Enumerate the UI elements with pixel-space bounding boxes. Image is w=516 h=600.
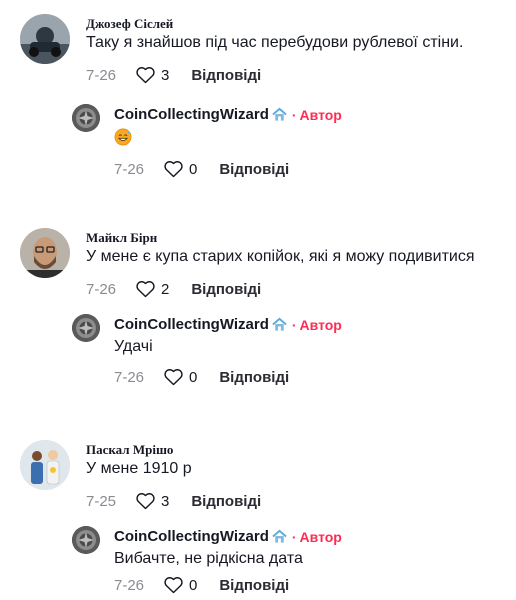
reply-comment: CoinCollectingWizard · Автор Удачі 7-26 … [0, 314, 516, 394]
heart-icon [136, 281, 155, 298]
comment-thread: Паскал Мрішо У мене 1910 р 7-25 3 Відпов… [0, 440, 516, 594]
reply-text: Удачі [114, 338, 153, 355]
heart-icon [136, 67, 155, 84]
like-count: 3 [161, 492, 170, 510]
comment-date: 7-26 [86, 280, 117, 298]
heart-icon [164, 577, 183, 594]
like-button[interactable]: 0 [164, 576, 197, 594]
author-tag: Автор [299, 316, 342, 333]
reply-button[interactable]: Відповіді [219, 161, 289, 178]
avatar[interactable] [20, 228, 70, 278]
like-count: 2 [161, 280, 170, 298]
reply-button[interactable]: Відповіді [191, 493, 261, 510]
comment: Паскал Мрішо У мене 1910 р 7-25 3 Відпов… [0, 440, 516, 520]
like-count: 0 [189, 160, 198, 178]
comment-author[interactable]: Джозеф Сіслей [86, 16, 173, 32]
comment-author[interactable]: Паскал Мрішо [86, 442, 173, 458]
comment-meta: 7-26 2 Відповіді [86, 280, 261, 298]
reply-comment: CoinCollectingWizard · Автор 7-26 0 Відп… [0, 104, 516, 184]
reply-date: 7-26 [114, 576, 145, 594]
comment-date: 7-26 [86, 66, 117, 84]
like-count: 3 [161, 66, 170, 84]
reply-meta: 7-26 0 Відповіді [114, 368, 289, 386]
reply-button[interactable]: Відповіді [191, 67, 261, 84]
comment: Джозеф Сіслей Таку я знайшов під час пер… [0, 14, 516, 94]
reply-date: 7-26 [114, 368, 145, 386]
comment-text: У мене є купа старих копійок, які я можу… [86, 248, 475, 265]
like-button[interactable]: 0 [164, 368, 197, 386]
heart-icon [164, 369, 183, 386]
avatar[interactable] [72, 314, 100, 342]
reply-author[interactable]: CoinCollectingWizard [114, 528, 269, 545]
comment-meta: 7-26 3 Відповіді [86, 66, 261, 84]
reply-button[interactable]: Відповіді [219, 369, 289, 386]
avatar[interactable] [20, 14, 70, 64]
reply-button[interactable]: Відповіді [219, 577, 289, 594]
house-icon [272, 107, 287, 121]
comment-text: У мене 1910 р [86, 460, 192, 477]
reply-meta: 7-26 0 Відповіді [114, 160, 289, 178]
avatar[interactable] [20, 440, 70, 490]
sweat-smile-emoji [114, 128, 132, 151]
reply-author[interactable]: CoinCollectingWizard [114, 316, 269, 333]
reply-author-row: CoinCollectingWizard · Автор [114, 528, 342, 545]
author-tag-separator: · [291, 528, 297, 545]
reply-author[interactable]: CoinCollectingWizard [114, 106, 269, 123]
like-button[interactable]: 2 [136, 280, 169, 298]
avatar[interactable] [72, 104, 100, 132]
house-icon [272, 529, 287, 543]
heart-icon [136, 493, 155, 510]
comment: Майкл Бірн У мене є купа старих копійок,… [0, 228, 516, 308]
reply-author-row: CoinCollectingWizard · Автор [114, 106, 342, 123]
like-button[interactable]: 3 [136, 66, 169, 84]
like-count: 0 [189, 576, 198, 594]
comment-thread: Майкл Бірн У мене є купа старих копійок,… [0, 228, 516, 386]
heart-icon [164, 161, 183, 178]
reply-meta: 7-26 0 Відповіді [114, 576, 289, 594]
reply-author-row: CoinCollectingWizard · Автор [114, 316, 342, 333]
reply-date: 7-26 [114, 160, 145, 178]
like-button[interactable]: 0 [164, 160, 197, 178]
like-button[interactable]: 3 [136, 492, 169, 510]
like-count: 0 [189, 368, 198, 386]
comment-text: Таку я знайшов під час перебудови рублев… [86, 34, 464, 51]
house-icon [272, 317, 287, 331]
comment-thread: Джозеф Сіслей Таку я знайшов під час пер… [0, 14, 516, 178]
author-tag-separator: · [291, 106, 297, 123]
comment-meta: 7-25 3 Відповіді [86, 492, 261, 510]
comment-date: 7-25 [86, 492, 117, 510]
reply-comment: CoinCollectingWizard · Автор Вибачте, не… [0, 526, 516, 600]
reply-button[interactable]: Відповіді [191, 281, 261, 298]
avatar[interactable] [72, 526, 100, 554]
comment-author[interactable]: Майкл Бірн [86, 230, 157, 246]
author-tag: Автор [299, 106, 342, 123]
author-tag: Автор [299, 528, 342, 545]
reply-text: Вибачте, не рідкісна дата [114, 550, 303, 567]
author-tag-separator: · [291, 316, 297, 333]
